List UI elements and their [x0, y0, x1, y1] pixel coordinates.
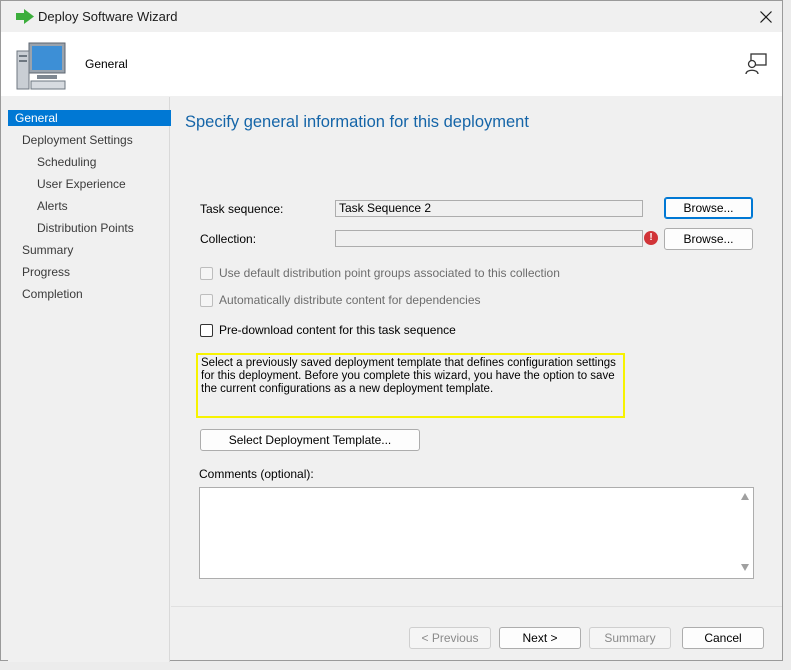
wizard-header: General [1, 32, 782, 96]
window-title: Deploy Software Wizard [38, 9, 178, 24]
error-icon: ! [644, 231, 658, 245]
summary-button[interactable]: Summary [589, 627, 671, 649]
header-title: General [85, 57, 128, 71]
template-info-box: Select a previously saved deployment tem… [196, 353, 625, 418]
main-panel: Specify general information for this dep… [171, 97, 782, 660]
close-button[interactable] [750, 1, 782, 32]
comments-textarea[interactable] [199, 487, 754, 579]
nav-item-distribution-points[interactable]: Distribution Points [8, 220, 198, 236]
use-default-dp-label: Use default distribution point groups as… [219, 266, 560, 280]
template-info-text: Select a previously saved deployment tem… [201, 357, 616, 395]
scroll-up-icon[interactable] [741, 493, 749, 500]
auto-distribute-checkbox[interactable] [200, 294, 213, 307]
use-default-dp-checkbox[interactable] [200, 267, 213, 280]
wizard-nav: General Deployment Settings Scheduling U… [8, 97, 176, 662]
close-icon [760, 10, 772, 23]
user-search-icon[interactable] [744, 52, 768, 76]
task-sequence-label: Task sequence: [200, 202, 284, 216]
nav-item-alerts[interactable]: Alerts [8, 198, 198, 214]
auto-distribute-label: Automatically distribute content for dep… [219, 293, 481, 307]
pre-download-checkbox[interactable] [200, 324, 213, 337]
nav-item-scheduling[interactable]: Scheduling [8, 154, 198, 170]
arrow-right-icon [16, 9, 34, 24]
cancel-button[interactable]: Cancel [682, 627, 764, 649]
task-sequence-field[interactable]: Task Sequence 2 [335, 200, 643, 217]
collection-browse-button[interactable]: Browse... [664, 228, 753, 250]
page-title: Specify general information for this dep… [185, 113, 529, 131]
task-sequence-browse-button[interactable]: Browse... [664, 197, 753, 219]
nav-item-general[interactable]: General [8, 110, 176, 126]
collection-field[interactable] [335, 230, 643, 247]
nav-item-deployment-settings[interactable]: Deployment Settings [8, 132, 183, 148]
pre-download-label: Pre-download content for this task seque… [219, 323, 456, 337]
footer-divider [171, 606, 782, 607]
collection-label: Collection: [200, 232, 257, 246]
scroll-down-icon[interactable] [741, 564, 749, 571]
wizard-window: Deploy Software Wizard General General D… [0, 0, 783, 662]
computer-icon [16, 42, 66, 90]
select-deployment-template-button[interactable]: Select Deployment Template... [200, 429, 420, 451]
next-button[interactable]: Next > [499, 627, 581, 649]
title-bar: Deploy Software Wizard [1, 1, 782, 32]
comments-label: Comments (optional): [199, 467, 314, 481]
nav-item-user-experience[interactable]: User Experience [8, 176, 198, 192]
nav-item-completion[interactable]: Completion [8, 286, 183, 302]
previous-button[interactable]: < Previous [409, 627, 491, 649]
nav-item-summary[interactable]: Summary [8, 242, 183, 258]
nav-item-progress[interactable]: Progress [8, 264, 183, 280]
